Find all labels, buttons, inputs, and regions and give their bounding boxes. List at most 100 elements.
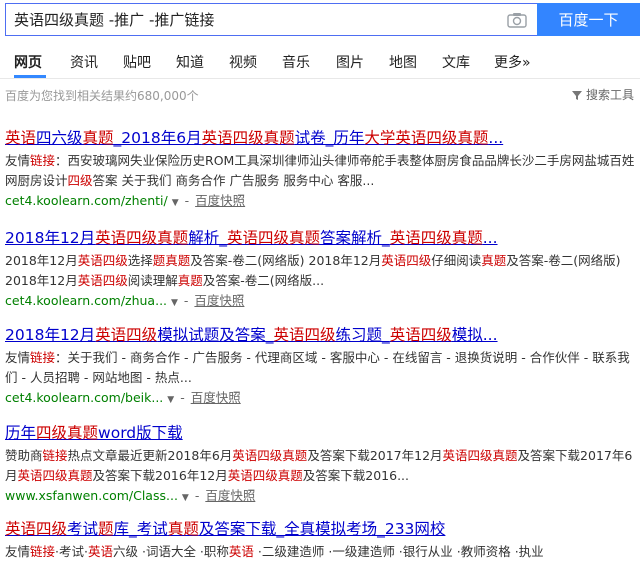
search-tools[interactable]: 搜索工具 — [572, 86, 634, 103]
chevron-down-icon[interactable]: ▼ — [167, 395, 174, 405]
active-tab-indicator — [14, 75, 46, 78]
text-segment: 赞助商 — [5, 448, 43, 463]
text-segment: 友情 — [5, 544, 31, 559]
highlight-term: 英语四级 — [273, 326, 336, 344]
text-segment: 及答案-卷二(网络版) 2018年12月 — [190, 253, 382, 268]
tab-web[interactable]: 网页 — [14, 52, 42, 72]
text-segment: ：关于我们 - 商务合作 - 广告服务 - 代理商区域 - 客服中心 - 在线留… — [5, 350, 630, 385]
tab-wenku[interactable]: 文库 — [442, 52, 470, 72]
result-title[interactable]: 英语四六级真题_2018年6月英语四级真题试卷_历年大学英语四级真题... — [5, 128, 635, 148]
tab-more[interactable]: 更多» — [494, 52, 531, 72]
result-url[interactable]: cet4.koolearn.com/beik... — [5, 390, 163, 405]
tab-news[interactable]: 资讯 — [70, 52, 98, 72]
search-result: 英语四级考试题库_考试真题及答案下载_全真模拟考场_233网校 友情链接·考试·… — [5, 519, 635, 562]
text-segment: 选择 — [127, 253, 153, 268]
tab-tieba[interactable]: 贴吧 — [123, 52, 151, 72]
highlight-term: 英语四级真题 — [226, 229, 320, 247]
text-segment: ·二级建造师 ·一级建造师 ·银行从业 ·教师资格 ·执业 — [253, 544, 544, 559]
highlight-term: 大学英语四级真题 — [364, 129, 489, 147]
chevron-down-icon[interactable]: ▼ — [182, 493, 189, 503]
text-segment: 库_考试 — [113, 520, 168, 538]
result-abstract: 友情链接·考试·英语六级 ·词语大全 ·职称英语 ·二级建造师 ·一级建造师 ·… — [5, 542, 635, 562]
tab-music[interactable]: 音乐 — [282, 52, 310, 72]
highlight-term: 真题 — [167, 520, 199, 538]
tab-video[interactable]: 视频 — [229, 52, 257, 72]
tab-map[interactable]: 地图 — [389, 52, 417, 72]
highlight-term: 英语四级 — [77, 273, 128, 288]
filter-icon — [572, 91, 583, 100]
highlight-term: 题 — [152, 253, 166, 268]
text-segment: ... — [488, 129, 504, 147]
highlight-term: 四级真题 — [36, 424, 99, 442]
text-segment: 及答案下载_全真模拟考场_233网校 — [198, 520, 446, 538]
text-segment: 六级 ·词语大全 ·职称 — [113, 544, 229, 559]
snapshot-link[interactable]: 百度快照 — [195, 193, 245, 208]
highlight-term: 英语四级真题 — [17, 468, 93, 483]
highlight-term: 英语四级真题 — [442, 448, 518, 463]
text-segment: ... — [482, 229, 498, 247]
text-segment: 热点文章最近更新2018年6月 — [67, 448, 233, 463]
separator: - — [179, 293, 193, 308]
search-box[interactable] — [5, 3, 537, 36]
search-input[interactable] — [14, 4, 494, 35]
snapshot-link[interactable]: 百度快照 — [205, 488, 255, 503]
highlight-term: 真题 — [481, 253, 507, 268]
tab-images[interactable]: 图片 — [336, 52, 364, 72]
result-title[interactable]: 历年四级真题word版下载 — [5, 423, 635, 443]
text-segment: 2018年12月 — [5, 326, 96, 344]
highlight-term: 英语四级真题 — [389, 229, 483, 247]
text-segment: 阅读理解 — [127, 273, 178, 288]
highlight-term: 英语 — [5, 129, 37, 147]
highlight-term: 英语四级真题 — [227, 468, 303, 483]
highlight-term: 链接 — [30, 544, 56, 559]
highlight-term: 英语四级真题 — [95, 229, 189, 247]
text-segment: 四六级 — [36, 129, 83, 147]
text-segment: 友情 — [5, 153, 31, 168]
result-abstract: 赞助商链接热点文章最近更新2018年6月英语四级真题及答案下载2017年12月英… — [5, 446, 635, 486]
highlight-term: 英语四级 — [77, 253, 128, 268]
result-toolbar: 百度为您找到相关结果约680,000个 搜索工具 — [0, 79, 640, 107]
camera-icon[interactable] — [507, 12, 527, 28]
result-title[interactable]: 英语四级考试题库_考试真题及答案下载_全真模拟考场_233网校 — [5, 519, 635, 539]
result-url-line: cet4.koolearn.com/beik... ▼ - 百度快照 — [5, 389, 635, 409]
result-abstract: 2018年12月英语四级选择题真题及答案-卷二(网络版) 2018年12月英语四… — [5, 251, 635, 291]
highlight-term: 英语四级真题 — [232, 448, 308, 463]
highlight-term: 链接 — [30, 350, 56, 365]
highlight-term: 链接 — [30, 153, 56, 168]
search-result: 历年四级真题word版下载 赞助商链接热点文章最近更新2018年6月英语四级真题… — [5, 423, 635, 507]
result-url[interactable]: cet4.koolearn.com/zhua... — [5, 293, 167, 308]
result-url-line: cet4.koolearn.com/zhua... ▼ - 百度快照 — [5, 292, 635, 312]
text-segment: word版下载 — [98, 424, 183, 442]
text-segment: 仔细阅读 — [431, 253, 482, 268]
result-url[interactable]: www.xsfanwen.com/Class... — [5, 488, 178, 503]
snapshot-link[interactable]: 百度快照 — [194, 293, 244, 308]
separator: - — [190, 488, 204, 503]
text-segment: 及答案下载2016... — [302, 468, 409, 483]
search-button[interactable]: 百度一下 — [537, 3, 640, 36]
highlight-term: 真题 — [177, 273, 203, 288]
chevron-down-icon[interactable]: ▼ — [172, 198, 179, 208]
highlight-term: 链接 — [42, 448, 68, 463]
highlight-term: 英语四级 — [95, 326, 158, 344]
highlight-term: 英语四级 — [381, 253, 432, 268]
text-segment: 及答案下载2016年12月 — [92, 468, 228, 483]
highlight-term: 英语四级 — [5, 520, 68, 538]
highlight-term: 英语四级 — [389, 326, 452, 344]
text-segment: 及答案-卷二(网络版... — [202, 273, 325, 288]
result-title[interactable]: 2018年12月英语四级真题解析_英语四级真题答案解析_英语四级真题... — [5, 228, 635, 248]
text-segment: 考试 — [67, 520, 99, 538]
text-segment: 2018年12月 — [5, 229, 96, 247]
chevron-down-icon[interactable]: ▼ — [171, 298, 178, 308]
text-segment: 2018年12月 — [5, 253, 78, 268]
text-segment: ·考试 — [55, 544, 85, 559]
text-segment: 友情 — [5, 350, 31, 365]
result-url-line: www.xsfanwen.com/Class... ▼ - 百度快照 — [5, 487, 635, 507]
text-segment: 模拟试题及答案_ — [157, 326, 274, 344]
result-url[interactable]: cet4.koolearn.com/zhenti/ — [5, 193, 168, 208]
text-segment: 历年 — [5, 424, 37, 442]
text-segment: 答案 关于我们 商务合作 广告服务 服务中心 客服... — [92, 173, 375, 188]
text-segment: 练习题_ — [335, 326, 390, 344]
snapshot-link[interactable]: 百度快照 — [191, 390, 241, 405]
tab-zhidao[interactable]: 知道 — [176, 52, 204, 72]
result-title[interactable]: 2018年12月英语四级模拟试题及答案_英语四级练习题_英语四级模拟... — [5, 325, 635, 345]
